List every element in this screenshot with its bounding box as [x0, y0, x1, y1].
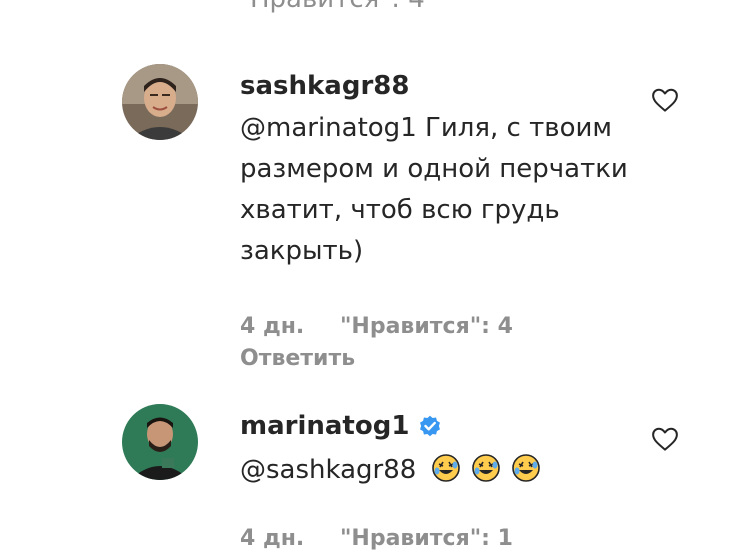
laughing-emoji-icon [472, 454, 500, 482]
mention-link[interactable]: @sashkagr88 [240, 455, 416, 485]
comment-likes-count[interactable]: "Нравится": 4 [340, 314, 513, 339]
comment-time[interactable]: 4 дн. [240, 526, 304, 551]
laughing-emoji-icon [431, 454, 460, 482]
comment-meta: 4 дн. "Нравится": 4 [240, 314, 513, 339]
like-heart-icon[interactable] [650, 424, 680, 454]
previous-comment-meta: "Нравится": 4 [238, 0, 425, 14]
comment-time[interactable]: 4 дн. [240, 314, 304, 339]
avatar[interactable] [122, 404, 198, 480]
username-label[interactable]: marinatog1 [240, 409, 409, 443]
comment-username[interactable]: marinatog1 [240, 409, 443, 443]
avatar[interactable] [122, 64, 198, 140]
comment-likes-count[interactable]: "Нравится": 1 [340, 526, 513, 551]
comment-username[interactable]: sashkagr88 [240, 69, 409, 103]
username-label[interactable]: sashkagr88 [240, 69, 409, 103]
like-heart-icon[interactable] [650, 85, 680, 115]
comment-meta: 4 дн. "Нравится": 1 [240, 526, 513, 551]
reply-button[interactable]: Ответить [240, 346, 355, 371]
laughing-emoji-icon [512, 454, 540, 482]
verified-badge-icon [420, 415, 441, 437]
comment-text: @sashkagr88 [240, 450, 640, 491]
comment-text: @marinatog1 Гиля, с твоим размером и одн… [240, 113, 628, 266]
